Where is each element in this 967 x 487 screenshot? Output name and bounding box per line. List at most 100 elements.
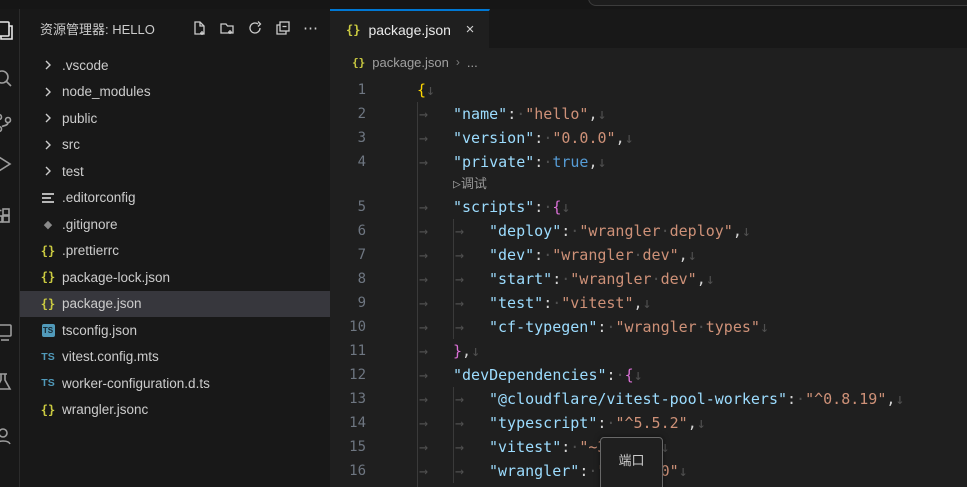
line-number: 3 (330, 126, 417, 150)
tree-item--vscode[interactable]: .vscode (20, 52, 330, 79)
tab-bar: {} package.json × (330, 9, 967, 48)
token-key: "deploy" (489, 219, 561, 243)
tree-item--editorconfig[interactable]: .editorconfig (20, 185, 330, 212)
code-line: 11→},↓ (330, 339, 967, 363)
breadcrumb-more[interactable]: ... (467, 55, 478, 70)
code-line: 8→→"start":·"wrangler·dev",↓ (330, 267, 967, 291)
tab-whitespace: → (417, 126, 453, 150)
token-ws: · (561, 267, 570, 291)
token-p: : (597, 411, 606, 435)
extensions-icon[interactable] (0, 204, 15, 228)
tree-item-vitest-config-mts[interactable]: TSvitest.config.mts (20, 344, 330, 371)
window-top-strip (0, 0, 967, 9)
tab-whitespace: → (417, 459, 453, 483)
token-p: , (679, 243, 688, 267)
ports-popup[interactable]: 端口 (600, 437, 663, 487)
close-tab-icon[interactable]: × (461, 21, 479, 39)
codelens-debug[interactable]: ▷调试 (453, 174, 487, 195)
chevron-right-icon (40, 163, 56, 179)
token-ws: · (588, 459, 597, 483)
token-p: : (561, 435, 570, 459)
line-number: 13 (330, 387, 417, 411)
token-b2: } (453, 339, 462, 363)
token-str: "wrangler (579, 219, 660, 243)
token-ws: ↓ (742, 219, 751, 243)
new-folder-icon[interactable] (216, 17, 238, 39)
source-control-icon[interactable] (0, 111, 15, 135)
more-actions-icon[interactable]: ⋯ (300, 17, 322, 39)
token-ws: ↓ (697, 411, 706, 435)
token-b2: } (453, 483, 462, 487)
tree-item--prettierrc[interactable]: {}.prettierrc (20, 238, 330, 265)
tab-whitespace: → (453, 243, 489, 267)
breadcrumb-file[interactable]: package.json (372, 55, 449, 70)
file-tree: .vscode node_modulespublic src test.editorc… (20, 52, 330, 423)
token-b2: { (552, 195, 561, 219)
tree-item--gitignore[interactable]: ◆.gitignore (20, 211, 330, 238)
tab-label: package.json (368, 22, 453, 38)
tree-item-wrangler-jsonc[interactable]: {}wrangler.jsonc (20, 397, 330, 424)
file-label: tsconfig.json (62, 323, 137, 338)
token-ws: ↓ (625, 126, 634, 150)
tree-item-test[interactable]: test (20, 158, 330, 185)
run-debug-icon[interactable] (0, 152, 15, 176)
line-number: 12 (330, 363, 417, 387)
token-str: dev" (643, 243, 679, 267)
tab-whitespace: → (453, 435, 489, 459)
search-icon[interactable] (0, 67, 15, 91)
tab-whitespace: → (417, 315, 453, 339)
token-ws: ↓ (895, 387, 904, 411)
code-line: 2→"name":·"hello",↓ (330, 102, 967, 126)
tree-item-src[interactable]: src (20, 132, 330, 159)
testing-icon[interactable] (0, 370, 15, 394)
file-label: package.json (62, 296, 142, 311)
token-ws: · (570, 435, 579, 459)
new-file-icon[interactable] (188, 17, 210, 39)
tab-whitespace: → (453, 387, 489, 411)
token-ws: ↓ (643, 291, 652, 315)
token-ws: · (543, 150, 552, 174)
tree-item-worker-configuration-d-ts[interactable]: TSworker-configuration.d.ts (20, 370, 330, 397)
code-line: 13→→"@cloudflare/vitest-pool-workers":·"… (330, 387, 967, 411)
line-number: 17 (330, 483, 417, 487)
tree-item-public[interactable]: public (20, 105, 330, 132)
token-ws: ↓ (760, 315, 769, 339)
editor-group: {} package.json × {} package.json › ... … (330, 9, 967, 487)
line-number: 9 (330, 291, 417, 315)
tab-package-json[interactable]: {} package.json × (330, 9, 490, 48)
line-number: 11 (330, 339, 417, 363)
file-label: node_modules (62, 84, 151, 99)
token-key: "start" (489, 267, 552, 291)
tab-whitespace: → (417, 363, 453, 387)
file-label: src (62, 137, 80, 152)
command-center[interactable] (588, 0, 967, 6)
file-label: vitest.config.mts (62, 349, 159, 364)
breadcrumb: {} package.json › ... (330, 48, 967, 76)
token-ws: · (543, 195, 552, 219)
tree-item-node-modules[interactable]: node_modules (20, 79, 330, 106)
explorer-sidebar: 资源管理器: HELLO ⋯ .vscodenode_modulespublic… (20, 9, 330, 487)
token-p: , (886, 387, 895, 411)
line-number: 7 (330, 243, 417, 267)
token-ws: ↓ (598, 102, 607, 126)
explorer-toolbar: ⋯ (188, 17, 322, 39)
refresh-explorer-icon[interactable] (244, 17, 266, 39)
code-editor[interactable]: 1{↓2→"name":·"hello",↓3→"version":·"0.0.… (330, 78, 967, 487)
tab-whitespace: → (453, 315, 489, 339)
token-p: , (688, 411, 697, 435)
remote-explorer-icon[interactable] (0, 320, 15, 344)
token-p: , (588, 150, 597, 174)
json-file-icon: {} (40, 402, 56, 418)
line-number: 5 (330, 195, 417, 219)
token-str: "hello" (525, 102, 588, 126)
tree-item-package-json[interactable]: {}package.json (20, 291, 330, 318)
tree-item-package-lock-json[interactable]: {}package-lock.json (20, 264, 330, 291)
token-ws: · (697, 315, 706, 339)
tree-item-tsconfig-json[interactable]: TStsconfig.json (20, 317, 330, 344)
tab-whitespace: → (417, 387, 453, 411)
token-key: "cf-typegen" (489, 315, 597, 339)
token-str: "0.0.0" (552, 126, 615, 150)
explorer-icon[interactable] (0, 19, 15, 43)
collapse-folders-icon[interactable] (272, 17, 294, 39)
accounts-icon[interactable] (0, 424, 15, 448)
